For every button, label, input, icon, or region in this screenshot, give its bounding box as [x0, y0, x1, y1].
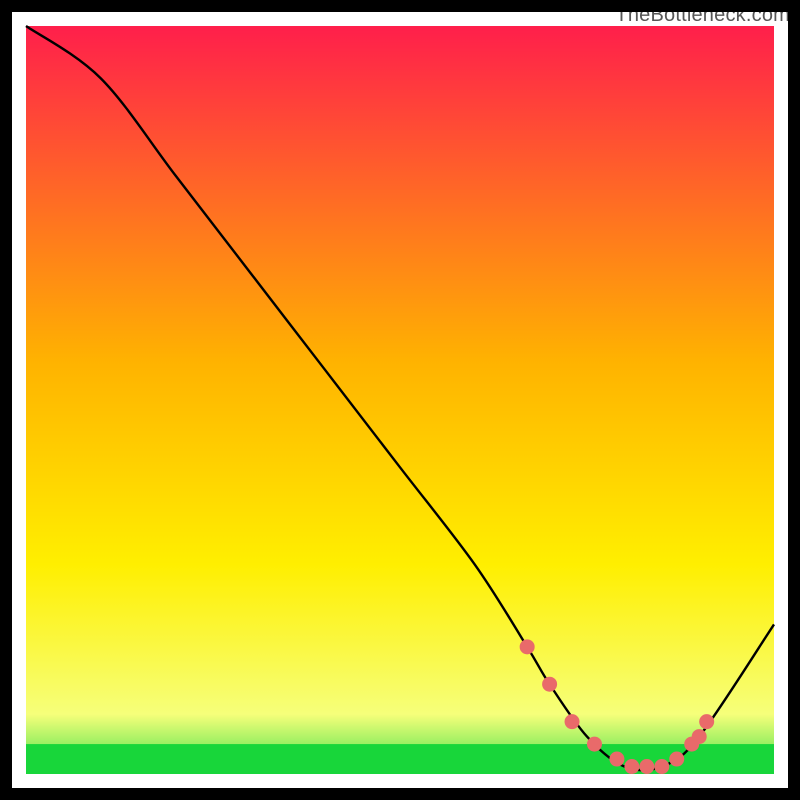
- highlight-dot: [699, 714, 714, 729]
- highlight-dot: [520, 639, 535, 654]
- highlight-dot: [587, 737, 602, 752]
- highlight-dot: [692, 729, 707, 744]
- highlight-dot: [639, 759, 654, 774]
- highlight-dot: [609, 752, 624, 767]
- highlight-dot: [654, 759, 669, 774]
- highlight-dot: [669, 752, 684, 767]
- gradient-background: [26, 26, 774, 774]
- highlight-dot: [542, 677, 557, 692]
- highlight-dot: [565, 714, 580, 729]
- bottleneck-chart: [0, 0, 800, 800]
- highlight-dot: [624, 759, 639, 774]
